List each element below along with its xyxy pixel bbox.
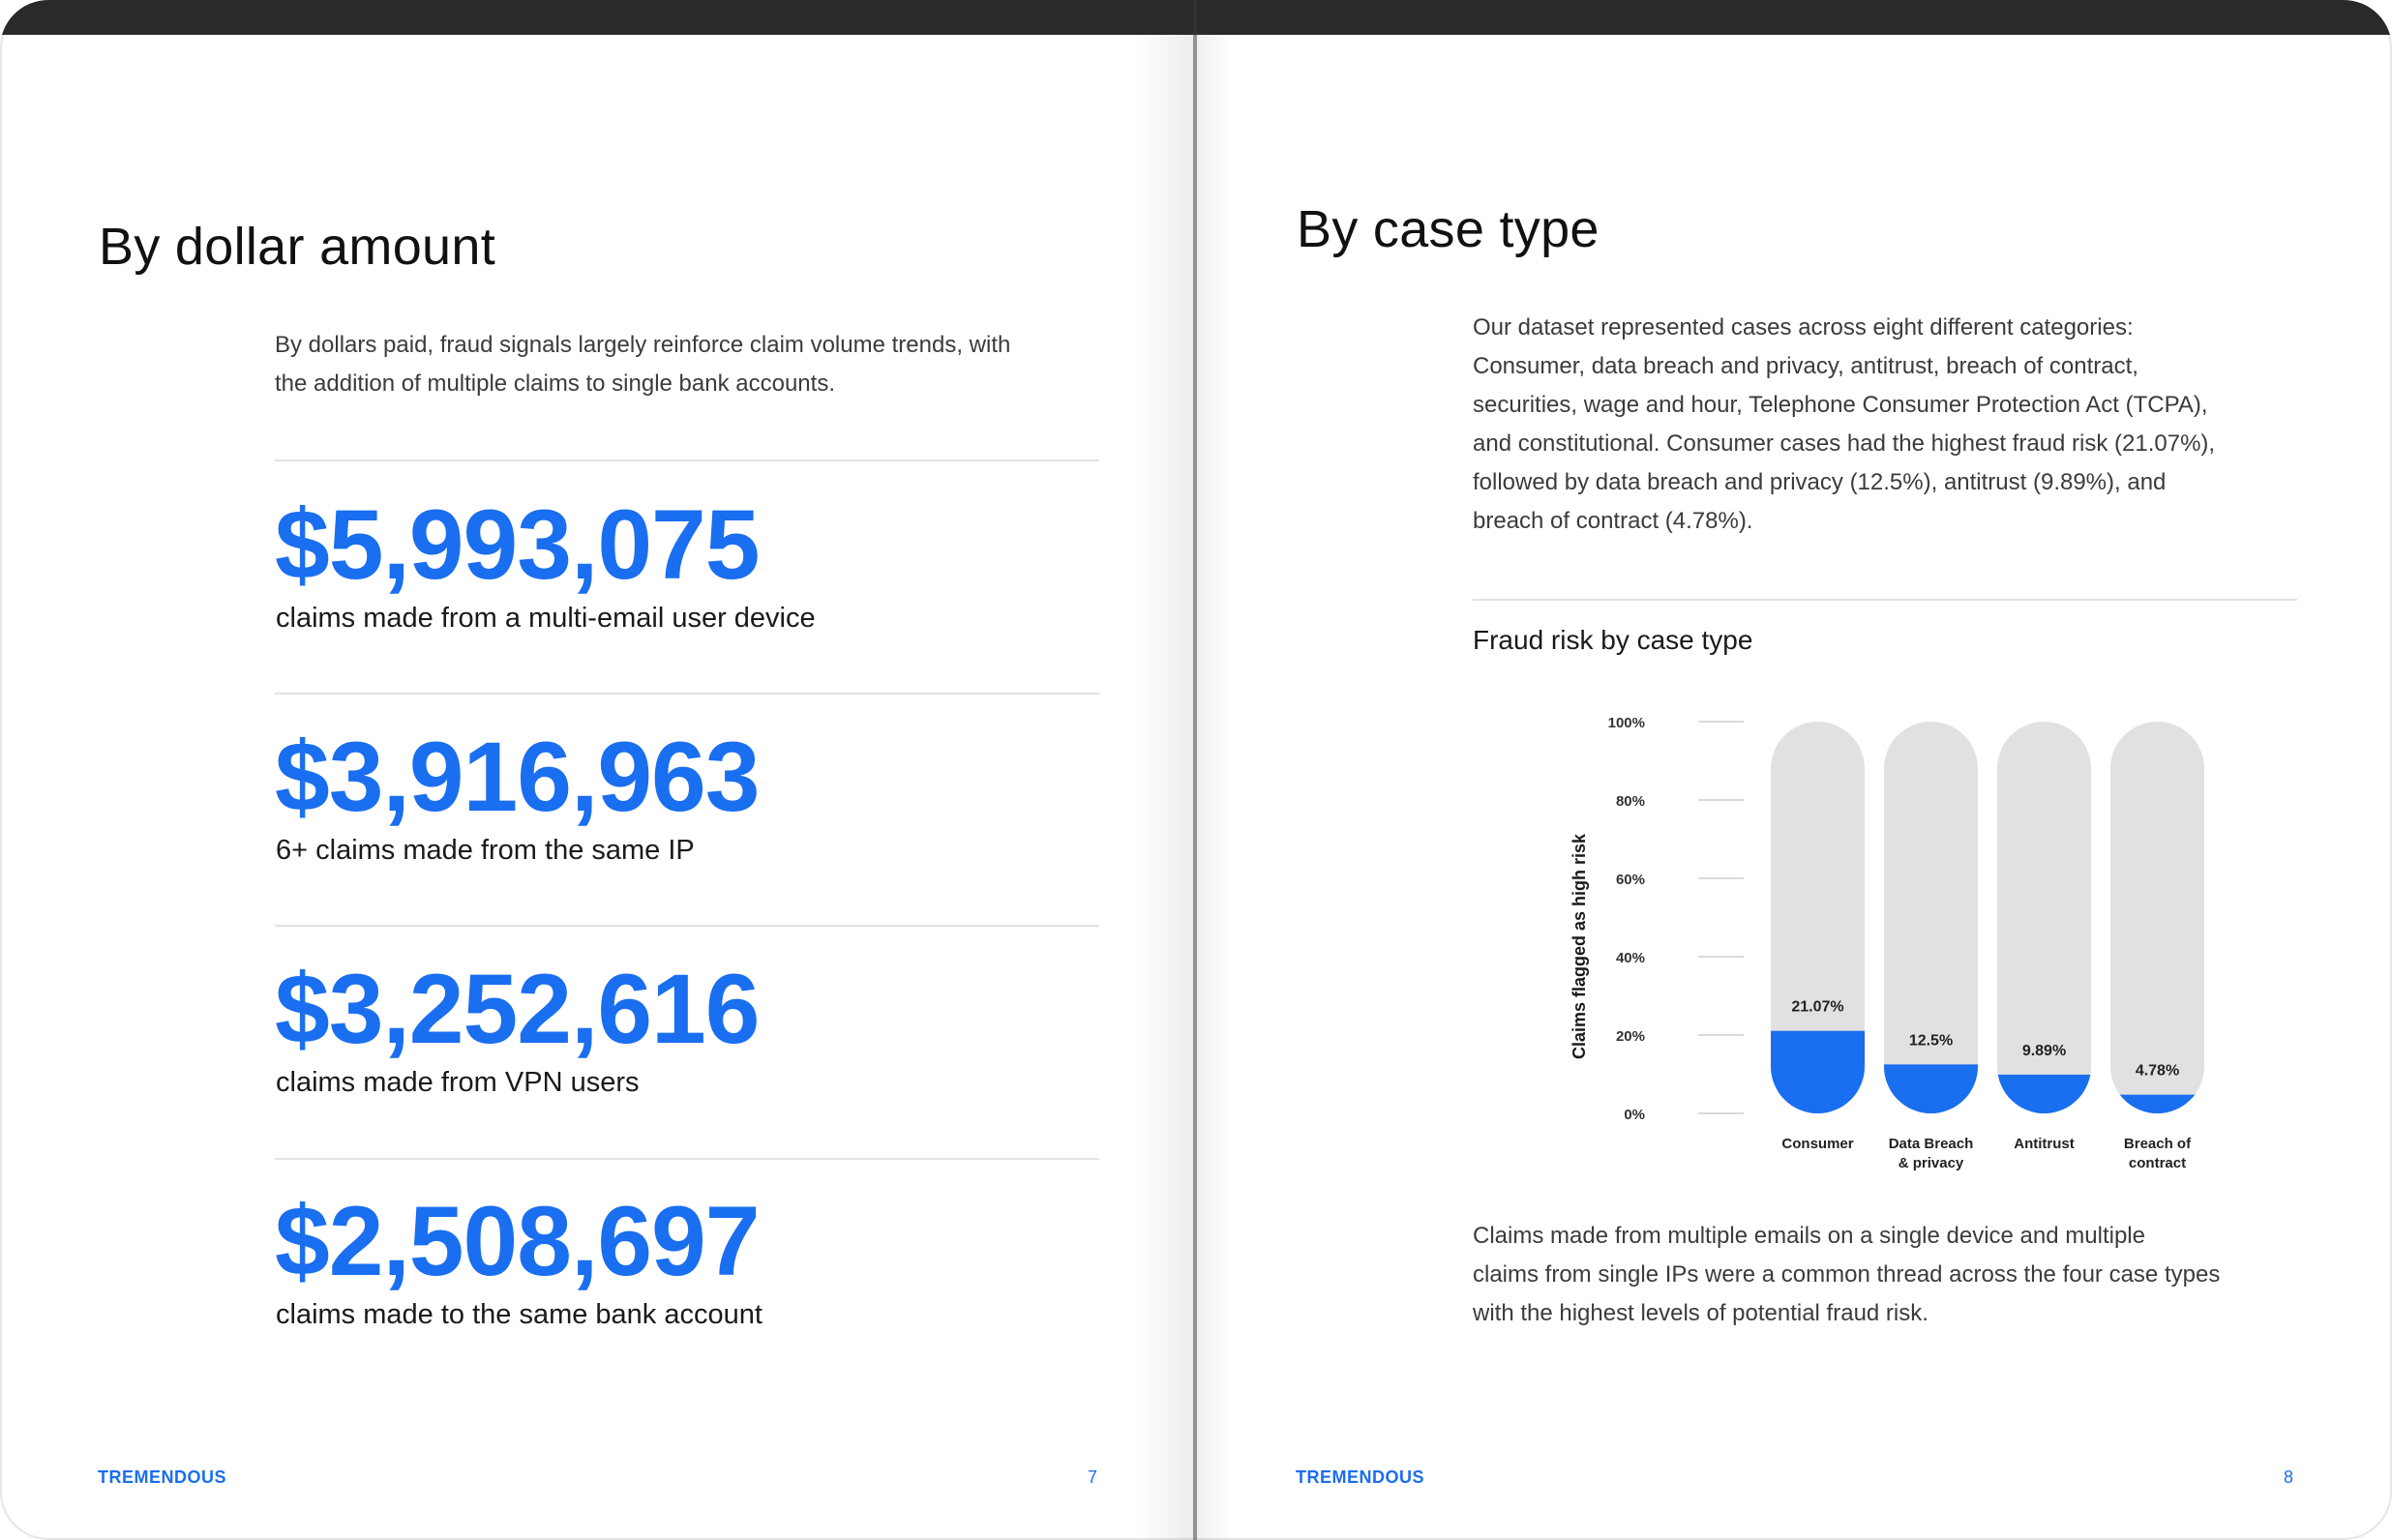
bar [1771, 1030, 1865, 1113]
stat-value: $2,508,697 [275, 1186, 760, 1296]
divider [275, 925, 1099, 927]
bar-value-label: 12.5% [1909, 1032, 1953, 1049]
right-intro-line: Our dataset represented cases across eig… [1473, 314, 2134, 341]
spine-shadow-left [1135, 35, 1193, 1540]
divider [275, 1158, 1099, 1160]
right-intro-line: and constitutional. Consumer cases had t… [1473, 430, 2216, 457]
divider [1473, 599, 2297, 601]
left-intro-line-1: By dollars paid, fraud signals largely r… [275, 332, 1011, 358]
x-tick-label: Breach of [2124, 1136, 2192, 1152]
y-axis-label: Claims flagged as high risk [1570, 833, 1589, 1059]
stat-value: $3,252,616 [275, 954, 760, 1064]
y-tick-label: 60% [1616, 872, 1645, 888]
bar [1884, 1064, 1978, 1113]
right-outro-line: Claims made from multiple emails on a si… [1473, 1223, 2145, 1249]
document-spread: By dollar amount By dollars paid, fraud … [0, 0, 2392, 1540]
divider [275, 693, 1099, 695]
bar [2110, 1094, 2204, 1113]
stat-value: $5,993,075 [275, 489, 760, 600]
bar-track [2110, 722, 2204, 1113]
left-intro-line-2: the addition of multiple claims to singl… [275, 370, 835, 397]
x-tick-label: Consumer [1781, 1136, 1853, 1152]
bar-value-label: 4.78% [2136, 1063, 2179, 1080]
right-outro-line: with the highest levels of potential fra… [1473, 1300, 1929, 1326]
x-tick-label: Antitrust [2014, 1136, 2075, 1152]
bar-value-label: 21.07% [1791, 999, 1843, 1016]
stat-label: claims made to the same bank account [276, 1299, 762, 1330]
right-intro-line: breach of contract (4.78%). [1473, 508, 1753, 534]
page-number: 7 [1088, 1467, 1098, 1487]
page-number: 8 [2284, 1467, 2294, 1487]
right-intro-line: Consumer, data breach and privacy, antit… [1473, 353, 2138, 379]
book-spine [1193, 0, 1197, 1540]
stat-value: $3,916,963 [275, 722, 760, 832]
y-tick-label: 80% [1616, 793, 1645, 810]
chart-heading: Fraud risk by case type [1473, 625, 1753, 655]
fraud-risk-bar-chart: Claims flagged as high risk 0% 20% 40% 60% 80… [1570, 715, 2204, 1171]
left-page-title: By dollar amount [99, 218, 496, 276]
bar-track [1884, 722, 1978, 1113]
bar-value-label: 9.89% [2022, 1043, 2066, 1059]
right-intro-line: securities, wage and hour, Telephone Con… [1473, 392, 2208, 418]
y-tick-label: 20% [1616, 1028, 1645, 1045]
x-tick-label: contract [2129, 1155, 2186, 1171]
right-intro-line: followed by data breach and privacy (12.… [1473, 469, 2167, 495]
bar [1997, 1074, 2091, 1113]
stat-label: claims made from VPN users [276, 1067, 640, 1098]
x-tick-label: Data Breach [1889, 1136, 1974, 1152]
spine-shadow-right [1197, 35, 1236, 1540]
y-tick-label: 100% [1608, 715, 1645, 731]
stat-label: 6+ claims made from the same IP [276, 835, 695, 866]
brand-logo: TREMENDOUS [98, 1467, 227, 1487]
stat-label: claims made from a multi-email user devi… [276, 603, 816, 634]
divider [275, 459, 1099, 461]
y-tick-label: 0% [1624, 1107, 1645, 1123]
right-page-title: By case type [1297, 200, 1600, 258]
right-outro-line: claims from single IPs were a common thr… [1473, 1261, 2221, 1288]
y-tick-label: 40% [1616, 950, 1645, 966]
brand-logo: TREMENDOUS [1296, 1467, 1425, 1487]
x-tick-label: & privacy [1899, 1155, 1964, 1171]
